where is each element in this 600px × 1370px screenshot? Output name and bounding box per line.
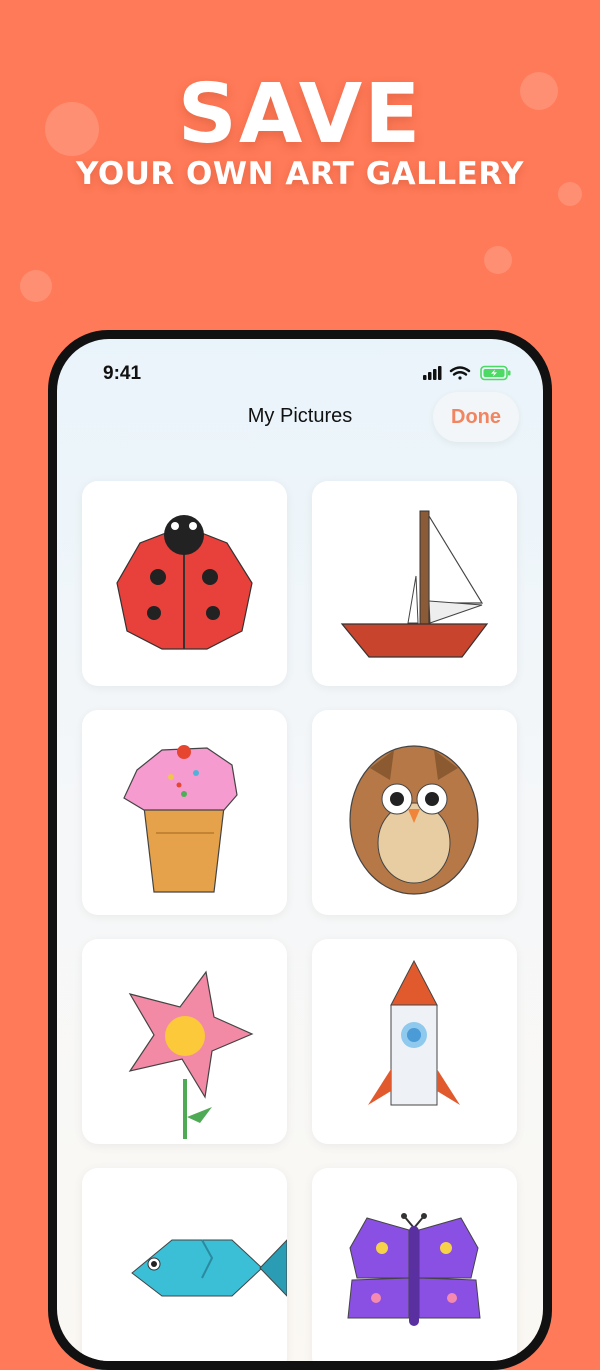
picture-card-rocket[interactable] <box>312 939 517 1144</box>
sailboat-drawing <box>340 510 489 658</box>
battery-icon <box>480 365 511 381</box>
ladybug-drawing <box>116 515 253 650</box>
picture-card-flower[interactable] <box>82 939 287 1144</box>
butterfly-drawing <box>347 1213 481 1326</box>
fish-drawing <box>131 1239 287 1297</box>
status-time: 9:41 <box>103 363 142 384</box>
decorative-bubble <box>20 270 52 302</box>
decorative-bubble <box>484 246 512 274</box>
picture-card-butterfly[interactable] <box>312 1168 517 1361</box>
done-button[interactable]: Done <box>433 392 519 442</box>
picture-card-ladybug[interactable] <box>82 481 287 686</box>
signal-icon <box>423 366 442 380</box>
status-icons <box>423 365 511 381</box>
phone-screen: 9:41 My Pictures Done <box>57 339 543 1361</box>
picture-card-fish[interactable] <box>82 1168 287 1361</box>
owl-drawing <box>349 745 479 895</box>
promo-subheadline: YOUR OWN ART GALLERY <box>76 156 524 192</box>
wifi-icon <box>449 366 471 380</box>
promo-headline: SAVE <box>177 67 423 162</box>
phone-frame: 9:41 My Pictures Done <box>48 330 552 1370</box>
picture-card-sailboat[interactable] <box>312 481 517 686</box>
picture-card-owl[interactable] <box>312 710 517 915</box>
ice-cream-drawing <box>123 745 238 893</box>
rocket-drawing <box>368 959 460 1106</box>
picture-card-ice-cream[interactable] <box>82 710 287 915</box>
flower-drawing <box>128 970 254 1139</box>
